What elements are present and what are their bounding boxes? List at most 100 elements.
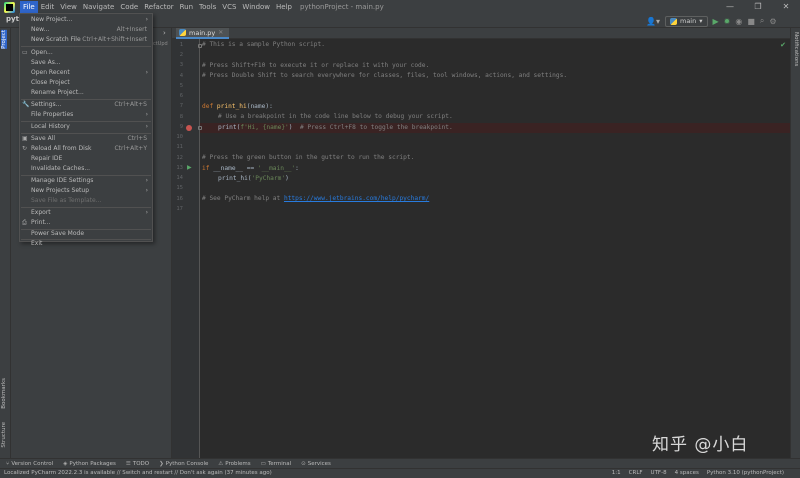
menu-item-file-properties[interactable]: File Properties ›	[20, 110, 152, 120]
submenu-arrow-icon: ›	[145, 123, 148, 130]
run-config-selector[interactable]: main ▾	[664, 15, 708, 27]
printer-icon: ⎙	[22, 219, 27, 226]
right-tool-strip: Notifications	[790, 28, 800, 458]
menu-item-new-projects-setup[interactable]: New Projects Setup ›	[20, 186, 152, 196]
settings-gear-icon[interactable]: ⚙	[769, 17, 776, 26]
cursor-position[interactable]: 1:1	[612, 470, 621, 476]
menu-item-invalidate-caches[interactable]: Invalidate Caches...	[20, 164, 152, 174]
menu-tools[interactable]: Tools	[196, 1, 219, 13]
wrench-icon: 🔧	[22, 101, 30, 108]
line-number: 1	[179, 42, 183, 48]
menu-edit[interactable]: Edit	[38, 1, 58, 13]
menu-item-save-as[interactable]: Save As...	[20, 58, 152, 68]
code-line-3: # Press Shift+F10 to execute it or repla…	[202, 62, 430, 69]
search-icon[interactable]: ⌕	[760, 16, 764, 26]
version-control-tool[interactable]: ⑂ Version Control	[6, 461, 53, 467]
minimize-button[interactable]: —	[716, 0, 744, 14]
menu-item-settings[interactable]: 🔧 Settings... Ctrl+Alt+S	[20, 100, 152, 110]
code-line-8: # Use a breakpoint in the code line belo…	[218, 113, 453, 120]
line-number: 13	[176, 165, 183, 171]
close-window-button[interactable]: ✕	[772, 0, 800, 14]
code-line-4: # Press Double Shift to search everywher…	[202, 72, 568, 79]
menu-file[interactable]: File	[20, 1, 38, 13]
update-notification[interactable]: Localized PyCharm 2022.2.3 is available …	[4, 470, 272, 476]
menu-item-exit[interactable]: Exit	[20, 240, 152, 247]
branch-icon: ⑂	[6, 460, 10, 467]
menu-item-new-scratch-file[interactable]: New Scratch File Ctrl+Alt+Shift+Insert	[20, 35, 152, 45]
structure-tool-tab[interactable]: Structure	[1, 422, 7, 448]
services-tool[interactable]: ⊙ Services	[301, 461, 331, 467]
menu-item-new-project[interactable]: New Project... ›	[20, 15, 152, 25]
submenu-arrow-icon: ›	[145, 177, 148, 184]
terminal-icon: ▭	[260, 460, 266, 467]
menu-item-reload-all[interactable]: ↻ Reload All from Disk Ctrl+Alt+Y	[20, 144, 152, 154]
line-number: 8	[179, 114, 183, 120]
terminal-tool[interactable]: ▭ Terminal	[261, 461, 291, 467]
run-icon[interactable]: ▶	[713, 17, 719, 26]
title-bar: File Edit View Navigate Code Refactor Ru…	[0, 0, 800, 14]
menu-item-open-recent[interactable]: Open Recent ›	[20, 68, 152, 78]
line-separator[interactable]: CRLF	[629, 470, 643, 476]
problems-tool[interactable]: ⚠ Problems	[218, 461, 250, 467]
inspection-ok-icon[interactable]: ✔	[780, 41, 786, 49]
menu-vcs[interactable]: VCS	[219, 1, 239, 13]
code-line-7: def print_hi(name):	[202, 103, 273, 110]
python-console-tool[interactable]: ❯ Python Console	[159, 461, 208, 467]
bookmarks-tool-tab[interactable]: Bookmarks	[1, 378, 7, 409]
menu-item-repair-ide[interactable]: Repair IDE	[20, 154, 152, 164]
file-encoding[interactable]: UTF-8	[651, 470, 667, 476]
warning-icon: ⚠	[218, 460, 224, 467]
code-line-12: # Press the green button in the gutter t…	[202, 154, 415, 161]
coverage-icon[interactable]: ◉	[735, 17, 742, 26]
menu-window[interactable]: Window	[239, 1, 273, 13]
line-number: 7	[179, 103, 183, 109]
submenu-arrow-icon: ›	[145, 69, 148, 76]
debug-icon[interactable]: ✹	[724, 17, 731, 26]
notifications-tool-tab[interactable]: Notifications	[793, 32, 799, 66]
menu-refactor[interactable]: Refactor	[141, 1, 176, 13]
code-line-1: # This is a sample Python script.	[202, 41, 325, 48]
save-icon: ▣	[22, 135, 28, 142]
code-line-16: # See PyCharm help at https://www.jetbra…	[202, 195, 430, 202]
menu-item-rename-project[interactable]: Rename Project...	[20, 88, 152, 98]
breakpoint-icon[interactable]	[186, 125, 192, 131]
menu-run[interactable]: Run	[177, 1, 196, 13]
menu-item-manage-ide-settings[interactable]: Manage IDE Settings ›	[20, 176, 152, 186]
python-packages-tool[interactable]: ◈ Python Packages	[63, 461, 116, 467]
menu-item-save-all[interactable]: ▣ Save All Ctrl+S	[20, 134, 152, 144]
menu-item-local-history[interactable]: Local History ›	[20, 122, 152, 132]
fold-icon[interactable]	[198, 126, 202, 130]
menu-item-close-project[interactable]: Close Project	[20, 78, 152, 88]
menu-item-new[interactable]: New... Alt+Insert	[20, 25, 152, 35]
code-editor[interactable]: 1 2 3 4 5 6 7 8 9 10 11 12 13 14 15 16 1…	[172, 39, 790, 458]
line-number: 5	[179, 83, 183, 89]
menu-navigate[interactable]: Navigate	[80, 1, 117, 13]
menu-item-open[interactable]: ▭ Open...	[20, 48, 152, 58]
line-number: 15	[176, 185, 183, 191]
maximize-button[interactable]: ❐	[744, 0, 772, 14]
chevron-right-icon[interactable]: ›	[163, 29, 166, 37]
project-tool-tab[interactable]: Project	[1, 30, 7, 49]
console-icon: ❯	[159, 460, 164, 467]
tab-label: main.py	[189, 28, 216, 37]
tab-main-py[interactable]: main.py ✕	[176, 28, 230, 39]
package-icon: ◈	[63, 460, 68, 467]
menu-item-power-save-mode[interactable]: Power Save Mode	[20, 229, 152, 239]
indent-setting[interactable]: 4 spaces	[675, 470, 699, 476]
interpreter-selector[interactable]: Python 3.10 (pythonProject)	[707, 470, 784, 476]
menu-item-export[interactable]: Export ›	[20, 208, 152, 218]
todo-tool[interactable]: ☰ TODO	[126, 461, 149, 467]
code-line-14: print_hi('PyCharm')	[218, 175, 289, 182]
menu-view[interactable]: View	[57, 1, 80, 13]
user-icon[interactable]: 👤▾	[646, 17, 660, 26]
editor-gutter[interactable]: 1 2 3 4 5 6 7 8 9 10 11 12 13 14 15 16 1…	[172, 39, 202, 458]
menu-code[interactable]: Code	[117, 1, 141, 13]
menu-help[interactable]: Help	[273, 1, 295, 13]
line-number: 2	[179, 52, 183, 58]
help-link[interactable]: https://www.jetbrains.com/help/pycharm/	[284, 195, 429, 202]
run-gutter-icon[interactable]: ▶	[187, 164, 192, 171]
stop-icon[interactable]: ■	[747, 17, 755, 26]
menu-item-print[interactable]: ⎙ Print...	[20, 218, 152, 228]
close-icon[interactable]: ✕	[218, 29, 223, 36]
line-number: 17	[176, 206, 183, 212]
